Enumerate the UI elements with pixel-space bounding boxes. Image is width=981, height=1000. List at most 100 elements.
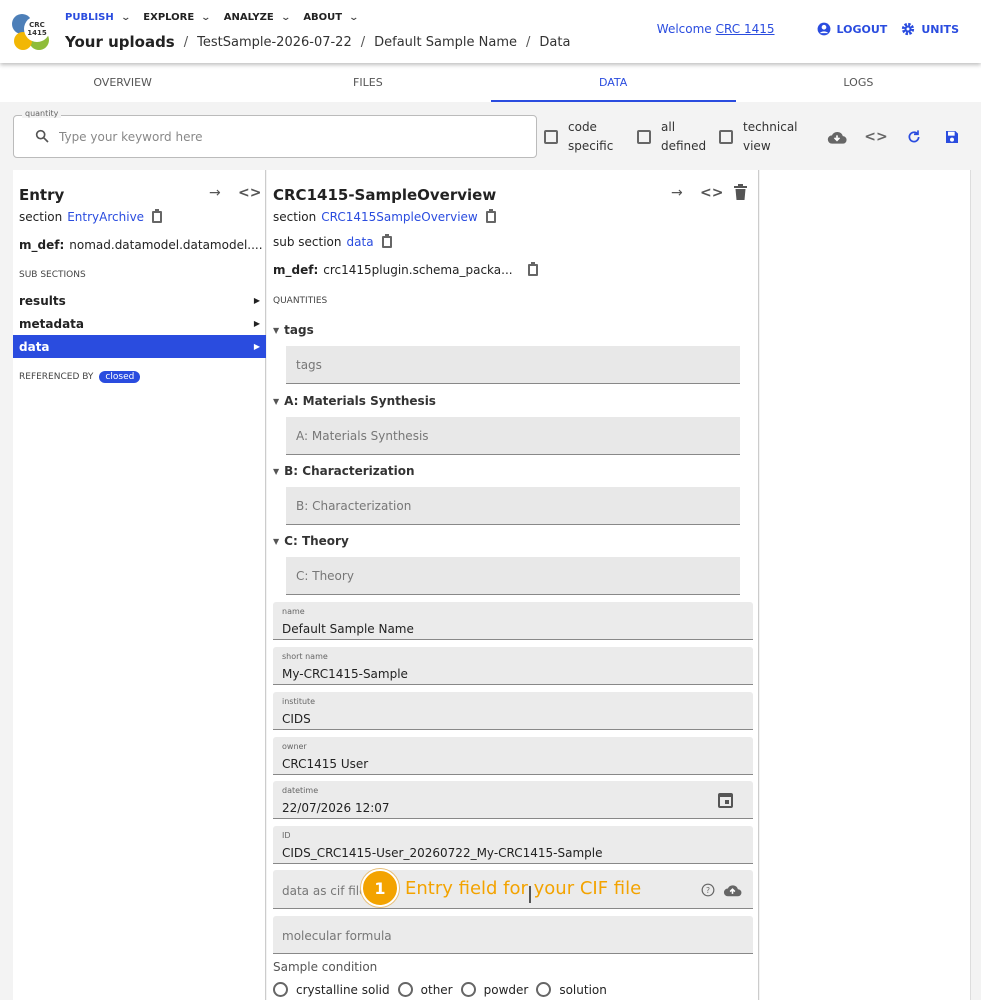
breadcrumb-root[interactable]: Your uploads — [65, 33, 175, 51]
entry-tabs: OVERVIEW FILES DATA LOGS — [0, 63, 981, 102]
gear-icon — [902, 22, 915, 36]
clipboard-icon[interactable] — [485, 209, 496, 223]
owner-field[interactable]: owner CRC1415 User — [273, 737, 753, 775]
subsection-link[interactable]: data — [347, 235, 374, 249]
code-icon[interactable]: <> — [700, 185, 723, 201]
delete-button[interactable] — [734, 184, 747, 204]
panel-title: Entry — [19, 186, 65, 204]
subsection-data[interactable]: data ▶ — [13, 335, 266, 358]
save-icon — [946, 131, 958, 143]
tab-overview[interactable]: OVERVIEW — [0, 63, 245, 102]
username-link[interactable]: CRC 1415 — [716, 22, 775, 36]
caret-down-icon: ▼ — [273, 536, 280, 546]
welcome-text: Welcome — [656, 22, 712, 36]
section-row: section EntryArchive — [19, 209, 163, 224]
breadcrumb: Your uploads / TestSample-2026-07-22 / D… — [65, 33, 570, 51]
institute-field[interactable]: institute CIDS — [273, 692, 753, 730]
crc-logo[interactable]: CRC 1415 — [12, 14, 50, 52]
arrow-right-icon[interactable]: → — [209, 185, 221, 201]
molecular-formula-field[interactable]: molecular formula — [273, 916, 753, 954]
breadcrumb-upload[interactable]: TestSample-2026-07-22 — [197, 35, 352, 50]
checkbox-box[interactable] — [544, 130, 558, 144]
quantities-label: QUANTITIES — [273, 296, 328, 306]
radio-circle[interactable] — [397, 982, 413, 997]
nav-analyze[interactable]: ANALYZE ⌄ — [224, 12, 291, 23]
radio-circle[interactable] — [536, 982, 552, 997]
group-materials-synthesis-toggle[interactable]: ▼ A: Materials Synthesis — [273, 394, 436, 408]
code-view-button[interactable]: <> — [864, 127, 888, 147]
materials-synthesis-field[interactable]: A: Materials Synthesis — [286, 417, 740, 455]
breadcrumb-entry[interactable]: Default Sample Name — [374, 35, 517, 50]
group-characterization-toggle[interactable]: ▼ B: Characterization — [273, 464, 414, 478]
datetime-field[interactable]: datetime 22/07/2026 12:07 — [273, 781, 753, 819]
nav-publish[interactable]: PUBLISH ⌄ — [65, 12, 131, 23]
arrow-right-icon[interactable]: → — [671, 185, 683, 201]
chevron-down-icon: ⌄ — [348, 12, 360, 23]
caret-down-icon: ▼ — [273, 325, 280, 335]
code-icon[interactable]: <> — [238, 185, 261, 201]
clipboard-icon[interactable] — [527, 262, 538, 276]
short-name-field[interactable]: short name My-CRC1415-Sample — [273, 647, 753, 685]
name-field[interactable]: name Default Sample Name — [273, 602, 753, 640]
group-theory-toggle[interactable]: ▼ C: Theory — [273, 534, 349, 548]
logout-button[interactable]: LOGOUT — [817, 22, 887, 36]
nav-explore[interactable]: EXPLORE ⌄ — [143, 12, 212, 23]
checkbox-box[interactable] — [719, 130, 733, 144]
entry-panel: Entry → <> section EntryArchive m_def: n… — [13, 170, 288, 1000]
empty-detail-panel — [760, 170, 971, 1000]
logo-text: CRC 1415 — [24, 16, 50, 42]
sample-condition-label: Sample condition — [273, 960, 378, 974]
caret-right-icon: ▶ — [253, 296, 260, 305]
theory-field[interactable]: C: Theory — [286, 557, 740, 595]
code-icon: <> — [864, 129, 888, 145]
units-button[interactable]: UNITS — [901, 22, 959, 36]
section-link[interactable]: EntryArchive — [67, 210, 144, 224]
all-defined-checkbox[interactable]: all defined — [637, 118, 711, 156]
clipboard-icon[interactable] — [381, 234, 392, 248]
referenced-by-badge[interactable]: closed — [99, 371, 141, 383]
radio-powder[interactable]: powder — [460, 982, 528, 997]
calendar-icon[interactable] — [718, 793, 733, 808]
download-button[interactable] — [827, 127, 847, 147]
svg-text:?: ? — [706, 886, 710, 895]
caret-down-icon: ▼ — [273, 396, 280, 406]
sample-condition-radios: crystalline solid other powder solution — [273, 982, 607, 997]
help-icon[interactable]: ? — [701, 883, 715, 897]
save-button[interactable] — [942, 127, 962, 147]
reload-button[interactable] — [904, 127, 924, 147]
chevron-down-icon: ⌄ — [200, 12, 212, 23]
chevron-down-icon: ⌄ — [280, 12, 291, 23]
radio-circle[interactable] — [273, 982, 288, 997]
account-circle-icon — [817, 22, 830, 36]
chevron-down-icon: ⌄ — [120, 12, 131, 23]
text-cursor-icon — [529, 886, 531, 903]
user-area: Welcome CRC 1415 LOGOUT UNITS — [657, 22, 959, 36]
section-row: section CRC1415SampleOverview — [273, 209, 496, 224]
referenced-by: REFERENCED BY closed — [19, 371, 141, 383]
cloud-upload-icon[interactable] — [723, 883, 742, 897]
tab-files[interactable]: FILES — [245, 63, 490, 102]
radio-crystalline-solid[interactable]: crystalline solid — [273, 982, 390, 997]
app-header: CRC 1415 PUBLISH ⌄ EXPLORE ⌄ ANALYZE ⌄ ABOU… — [0, 0, 981, 63]
nav-about[interactable]: ABOUT ⌄ — [303, 12, 360, 23]
clipboard-icon[interactable] — [152, 209, 163, 223]
id-field[interactable]: ID CIDS_CRC1415-User_20260722_My-CRC1415… — [273, 826, 753, 864]
section-link[interactable]: CRC1415SampleOverview — [321, 210, 478, 224]
tags-field[interactable]: tags — [286, 346, 740, 384]
tab-logs[interactable]: LOGS — [736, 63, 981, 102]
subsections-label: SUB SECTIONS — [19, 270, 86, 280]
technical-view-checkbox[interactable]: technical view — [719, 118, 803, 156]
subsection-results[interactable]: results ▶ — [13, 289, 266, 312]
radio-solution[interactable]: solution — [536, 982, 607, 997]
characterization-field[interactable]: B: Characterization — [286, 487, 740, 525]
annotation-marker: 1 — [361, 869, 399, 907]
search-input[interactable] — [59, 128, 519, 146]
group-tags-toggle[interactable]: ▼ tags — [273, 323, 314, 337]
tab-data[interactable]: DATA — [490, 63, 736, 102]
checkbox-box[interactable] — [637, 130, 651, 144]
radio-other[interactable]: other — [397, 982, 453, 997]
search-legend: quantity — [22, 109, 62, 118]
code-specific-checkbox[interactable]: code specific — [544, 118, 618, 156]
radio-circle[interactable] — [460, 982, 476, 997]
subsection-metadata[interactable]: metadata ▶ — [13, 312, 266, 335]
